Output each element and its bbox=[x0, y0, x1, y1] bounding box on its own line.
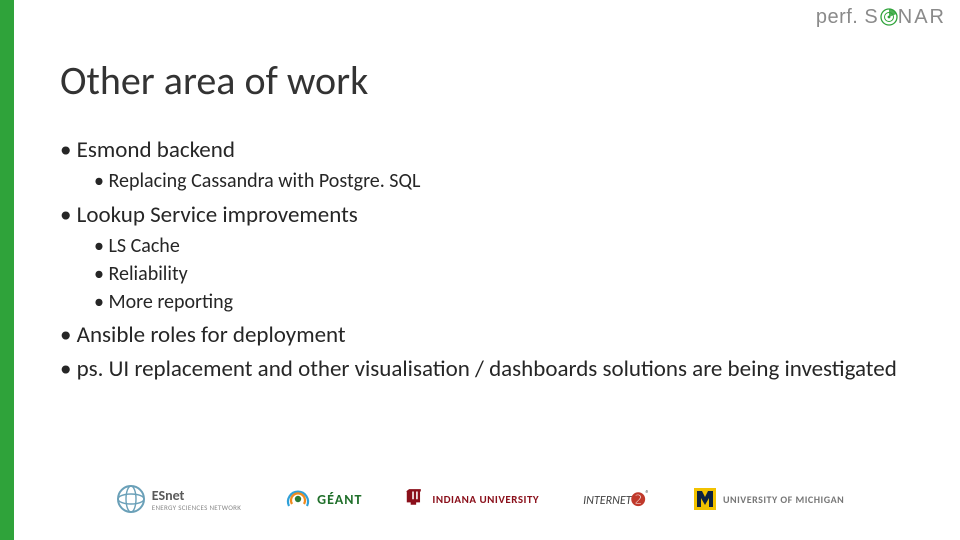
logo-umich: UNIVERSITY OF MICHIGAN bbox=[693, 487, 844, 511]
geant-icon bbox=[285, 486, 311, 512]
bullet-lookup-sub3: More reporting bbox=[94, 290, 920, 316]
slide-body: Esmond backend Replacing Cassandra with … bbox=[60, 136, 920, 388]
iu-name: INDIANA UNIVERSITY bbox=[432, 493, 539, 506]
bullet-lookup-sub2: Reliability bbox=[94, 262, 920, 288]
logo-internet2: INTERNET➋® bbox=[583, 489, 649, 509]
logo-iu: INDIANA UNIVERSITY bbox=[406, 486, 539, 512]
esnet-name: ESnet bbox=[152, 487, 185, 504]
um-name: UNIVERSITY OF MICHIGAN bbox=[723, 493, 844, 506]
bullet-esmond: Esmond backend bbox=[60, 136, 920, 165]
bullet-lookup: Lookup Service improvements bbox=[60, 201, 920, 230]
logo-geant: GÉANT bbox=[285, 486, 362, 512]
umich-icon bbox=[693, 487, 717, 511]
footer-logos: ESnet ENERGY SCIENCES NETWORK GÉANT INDI… bbox=[0, 478, 960, 520]
esnet-icon bbox=[116, 484, 146, 514]
bullet-lookup-sub1: LS Cache bbox=[94, 234, 920, 260]
bullet-esmond-sub1: Replacing Cassandra with Postgre. SQL bbox=[94, 169, 920, 195]
i2-name: INTERNET➋® bbox=[583, 489, 649, 509]
slide-title: Other area of work bbox=[60, 56, 368, 105]
geant-name: GÉANT bbox=[317, 491, 362, 508]
brand-logo: perf. SNAR bbox=[816, 6, 946, 32]
brand-left: perf bbox=[816, 6, 852, 28]
radar-icon bbox=[880, 8, 898, 32]
bullet-psui: ps. UI replacement and other visualisati… bbox=[60, 355, 920, 384]
esnet-sub: ENERGY SCIENCES NETWORK bbox=[152, 504, 241, 511]
accent-bar bbox=[0, 0, 14, 540]
iu-icon bbox=[406, 486, 426, 512]
bullet-ansible: Ansible roles for deployment bbox=[60, 321, 920, 350]
logo-esnet: ESnet ENERGY SCIENCES NETWORK bbox=[116, 484, 241, 514]
brand-right: SNAR bbox=[864, 6, 946, 28]
